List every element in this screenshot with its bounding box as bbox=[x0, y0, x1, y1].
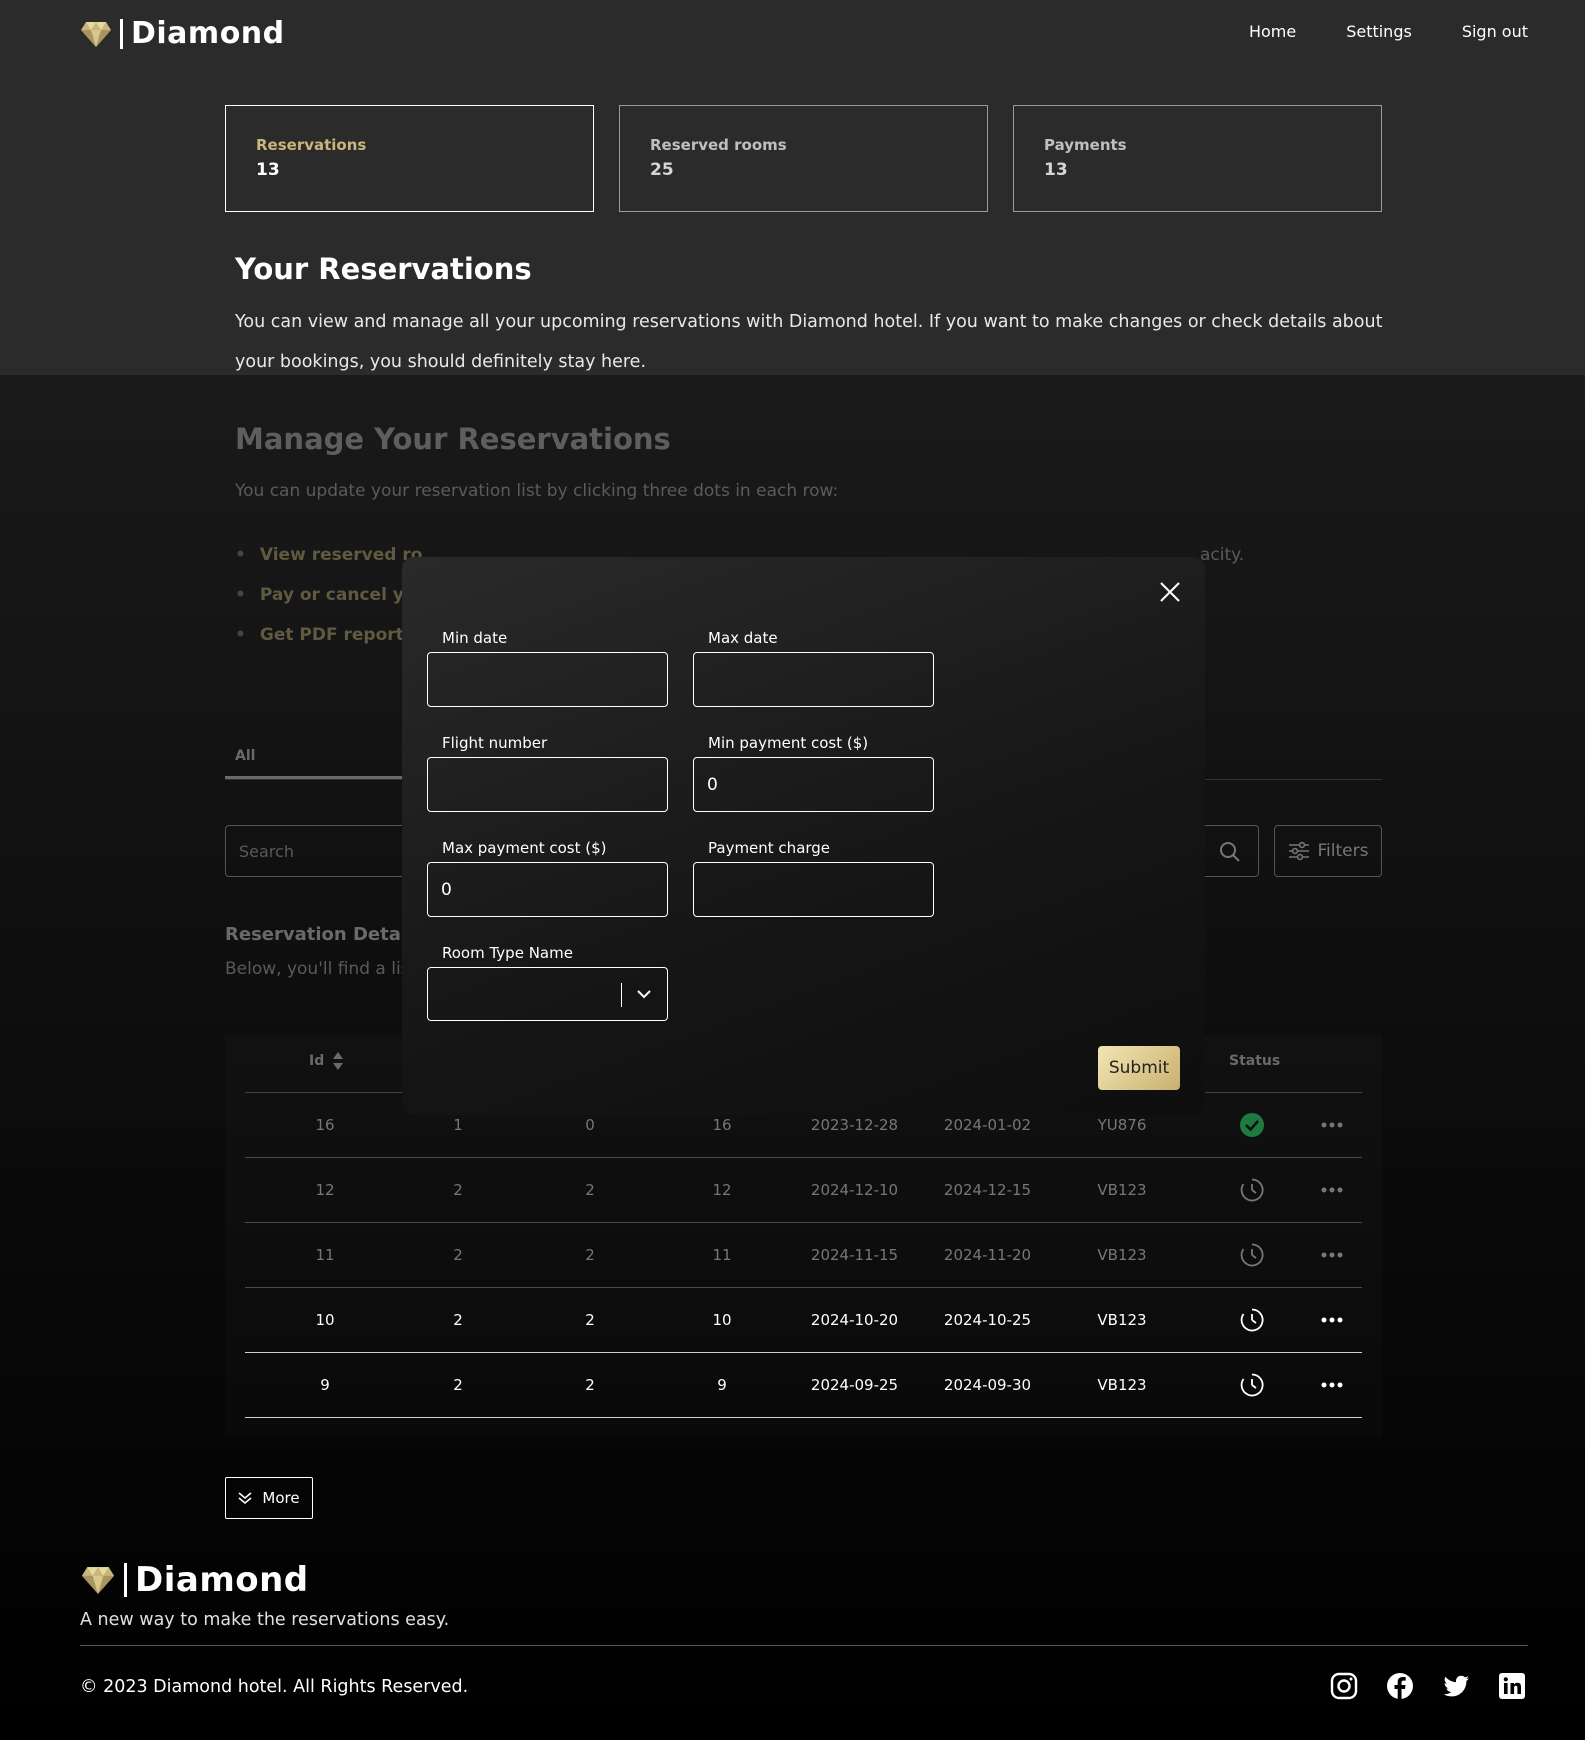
more-button[interactable]: More bbox=[225, 1477, 313, 1519]
min-date-input[interactable] bbox=[427, 652, 668, 707]
pending-clock-icon bbox=[1240, 1373, 1264, 1397]
min-payment-cost-label: Min payment cost ($) bbox=[708, 734, 869, 752]
max-date-input[interactable] bbox=[693, 652, 934, 707]
stat-value: 13 bbox=[1044, 160, 1068, 180]
cell-col2: 2 bbox=[453, 1376, 463, 1394]
select-separator bbox=[621, 983, 622, 1007]
stat-label: Payments bbox=[1044, 136, 1127, 154]
stat-value: 13 bbox=[256, 160, 280, 180]
chevron-down-icon bbox=[637, 990, 651, 999]
brand-divider bbox=[120, 18, 123, 49]
more-label: More bbox=[262, 1489, 300, 1507]
filters-modal: Min date Max date Flight number Min paym… bbox=[402, 557, 1205, 1115]
cell-start-date: 2024-10-20 bbox=[810, 1311, 899, 1329]
room-type-label: Room Type Name bbox=[442, 944, 573, 962]
brand-name: Diamond bbox=[131, 16, 285, 51]
facebook-icon[interactable] bbox=[1386, 1672, 1414, 1700]
min-payment-cost-input[interactable] bbox=[693, 757, 934, 812]
double-chevron-down-icon bbox=[238, 1492, 252, 1504]
linkedin-icon[interactable] bbox=[1498, 1672, 1526, 1700]
max-payment-cost-label: Max payment cost ($) bbox=[442, 839, 607, 857]
stat-label: Reserved rooms bbox=[650, 136, 787, 154]
cell-id: 10 bbox=[315, 1311, 335, 1329]
cell-id: 9 bbox=[320, 1376, 330, 1394]
diamond-logo-icon bbox=[81, 1567, 115, 1594]
stat-label: Reservations bbox=[256, 136, 367, 154]
brand-name: Diamond bbox=[135, 1560, 309, 1600]
footer-copyright: © 2023 Diamond hotel. All Rights Reserve… bbox=[80, 1677, 469, 1697]
close-icon[interactable] bbox=[1159, 581, 1181, 603]
page-title: Your Reservations bbox=[235, 252, 532, 286]
min-date-label: Min date bbox=[442, 629, 508, 647]
footer-divider bbox=[80, 1645, 1528, 1646]
intro-text-line1: You can view and manage all your upcomin… bbox=[235, 312, 1383, 332]
nav-home[interactable]: Home bbox=[1249, 22, 1296, 41]
stat-card-payments[interactable]: Payments 13 bbox=[1013, 105, 1382, 212]
table-row: 10 2 2 10 2024-10-20 2024-10-25 VB123 bbox=[245, 1288, 1362, 1353]
submit-button[interactable]: Submit bbox=[1098, 1046, 1180, 1090]
header-brand[interactable]: Diamond bbox=[80, 16, 285, 51]
cell-end-date: 2024-10-25 bbox=[943, 1311, 1032, 1329]
twitter-icon[interactable] bbox=[1442, 1672, 1470, 1700]
cell-col2: 2 bbox=[453, 1311, 463, 1329]
stat-card-reserved-rooms[interactable]: Reserved rooms 25 bbox=[619, 105, 988, 212]
more-options-icon[interactable] bbox=[1321, 1381, 1343, 1389]
room-type-select[interactable] bbox=[427, 967, 668, 1021]
brand-divider bbox=[124, 1563, 127, 1597]
footer-tagline: A new way to make the reservations easy. bbox=[80, 1610, 450, 1630]
top-nav: Home Settings Sign out bbox=[1199, 22, 1528, 41]
nav-settings[interactable]: Settings bbox=[1346, 22, 1412, 41]
cell-col4: 9 bbox=[717, 1376, 727, 1394]
nav-sign-out[interactable]: Sign out bbox=[1462, 22, 1528, 41]
payment-charge-input[interactable] bbox=[693, 862, 934, 917]
stat-card-reservations[interactable]: Reservations 13 bbox=[225, 105, 594, 212]
cell-col3: 2 bbox=[585, 1376, 595, 1394]
max-date-label: Max date bbox=[708, 629, 778, 647]
pending-clock-icon bbox=[1240, 1308, 1264, 1332]
table-row: 9 2 2 9 2024-09-25 2024-09-30 VB123 bbox=[245, 1353, 1362, 1418]
cell-start-date: 2024-09-25 bbox=[810, 1376, 899, 1394]
flight-number-input[interactable] bbox=[427, 757, 668, 812]
footer-brand[interactable]: Diamond bbox=[80, 1560, 309, 1600]
stat-value: 25 bbox=[650, 160, 674, 180]
cell-end-date: 2024-09-30 bbox=[943, 1376, 1032, 1394]
cell-flight: VB123 bbox=[1097, 1376, 1147, 1394]
max-payment-cost-input[interactable] bbox=[427, 862, 668, 917]
flight-number-label: Flight number bbox=[442, 734, 548, 752]
cell-col4: 10 bbox=[712, 1311, 732, 1329]
payment-charge-label: Payment charge bbox=[708, 839, 831, 857]
instagram-icon[interactable] bbox=[1330, 1672, 1358, 1700]
social-links bbox=[1330, 1672, 1526, 1700]
diamond-logo-icon bbox=[81, 21, 111, 47]
cell-col3: 2 bbox=[585, 1311, 595, 1329]
cell-flight: VB123 bbox=[1097, 1311, 1147, 1329]
more-options-icon[interactable] bbox=[1321, 1316, 1343, 1324]
